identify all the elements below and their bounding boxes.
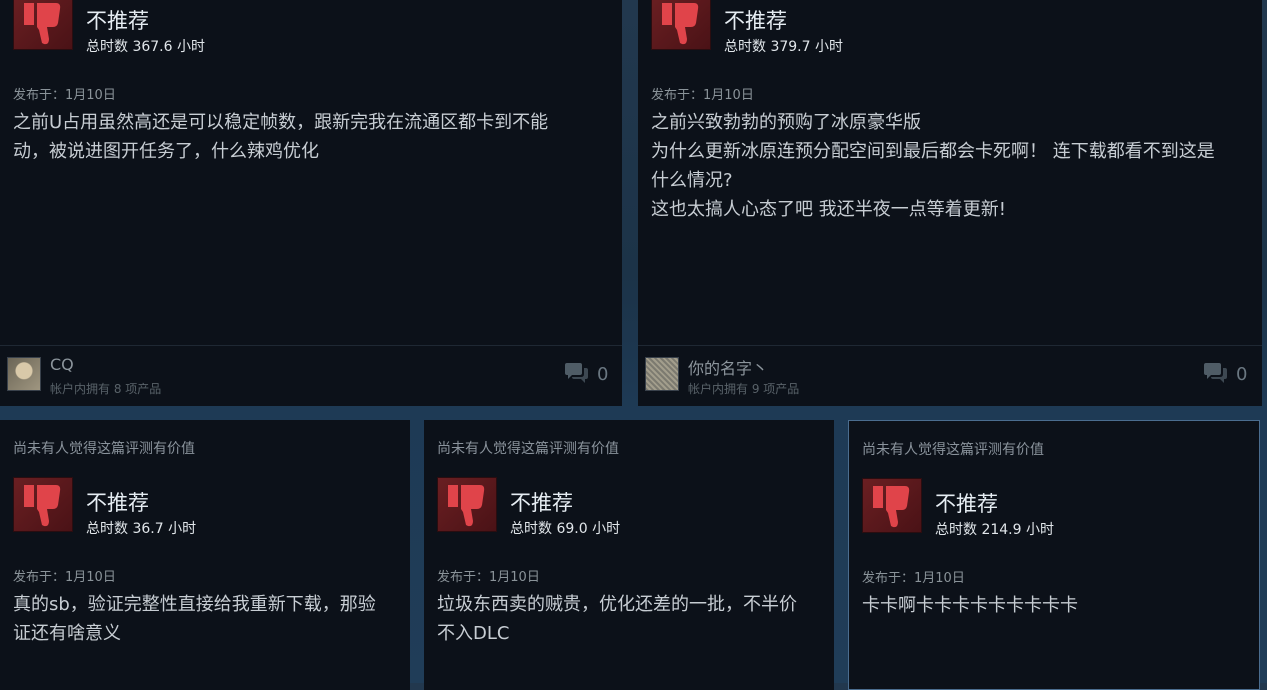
thumbs-down-badge[interactable]: [13, 0, 73, 50]
review-footer: 你的名字丶 帐户内拥有 9 项产品 0: [638, 345, 1262, 406]
recommendation-label: 不推荐: [510, 491, 573, 515]
posted-date: 发布于：1月10日: [651, 88, 754, 103]
products-owned: 帐户内拥有 8 项产品: [50, 382, 162, 396]
helpful-status: 尚未有人觉得这篇评测有价值: [862, 442, 1044, 458]
comment-count: 0: [597, 364, 609, 385]
products-owned: 帐户内拥有 9 项产品: [688, 382, 800, 396]
author-name[interactable]: CQ: [50, 355, 74, 374]
review-text-line: 动，被说进图开任务了，什么辣鸡优化: [13, 141, 319, 162]
thumbs-down-badge[interactable]: [13, 477, 73, 532]
review-card[interactable]: 不推荐 总时数 379.7 小时 发布于：1月10日 之前兴致勃勃的预购了冰原豪…: [638, 0, 1262, 406]
posted-date: 发布于：1月10日: [437, 570, 540, 585]
posted-date: 发布于：1月10日: [13, 570, 116, 585]
comment-icon[interactable]: [1202, 362, 1228, 386]
thumbs-down-icon: [662, 3, 699, 45]
avatar[interactable]: [645, 357, 679, 391]
review-text: 之前兴致勃勃的预购了冰原豪华版 为什么更新冰原连预分配空间到最后都会卡死啊！ 连…: [651, 108, 1215, 224]
posted-date: 发布于：1月10日: [862, 571, 965, 586]
posted-date: 发布于：1月10日: [13, 88, 116, 103]
playtime-hours: 总时数 367.6 小时: [86, 39, 205, 55]
playtime-hours: 总时数 379.7 小时: [724, 39, 843, 55]
review-text-line: 之前兴致勃勃的预购了冰原豪华版: [651, 112, 921, 133]
review-card[interactable]: 尚未有人觉得这篇评测有价值 不推荐 总时数 69.0 小时 发布于：1月10日 …: [424, 420, 834, 690]
review-text-line: 这也太搞人心态了吧 我还半夜一点等着更新!: [651, 199, 1006, 220]
thumbs-down-icon: [448, 485, 485, 527]
review-card[interactable]: 尚未有人觉得这篇评测有价值 不推荐 总时数 36.7 小时 发布于：1月10日 …: [0, 420, 410, 690]
review-text: 之前U占用虽然高还是可以稳定帧数，跟新完我在流通区都卡到不能 动，被说进图开任务…: [13, 108, 548, 166]
review-text-line: 证还有啥意义: [13, 623, 121, 644]
review-text-line: 垃圾东西卖的贼贵，优化还差的一批，不半价: [437, 594, 797, 615]
thumbs-down-icon: [24, 485, 61, 527]
review-text-line: 什么情况?: [651, 170, 733, 191]
review-text-line: 卡卡啊卡卡卡卡卡卡卡卡卡: [862, 595, 1078, 616]
recommendation-label: 不推荐: [86, 9, 149, 33]
review-card[interactable]: 不推荐 总时数 367.6 小时 发布于：1月10日 之前U占用虽然高还是可以稳…: [0, 0, 622, 406]
helpful-status: 尚未有人觉得这篇评测有价值: [13, 441, 195, 457]
thumbs-down-badge[interactable]: [651, 0, 711, 50]
review-text-line: 之前U占用虽然高还是可以稳定帧数，跟新完我在流通区都卡到不能: [13, 112, 549, 133]
review-footer: CQ 帐户内拥有 8 项产品 0: [0, 345, 622, 406]
review-card[interactable]: 尚未有人觉得这篇评测有价值 不推荐 总时数 214.9 小时 发布于：1月10日…: [848, 420, 1260, 690]
playtime-hours: 总时数 214.9 小时: [935, 522, 1054, 538]
avatar[interactable]: [7, 357, 41, 391]
review-text-line: 为什么更新冰原连预分配空间到最后都会卡死啊！ 连下载都看不到这是: [651, 141, 1215, 162]
review-text: 卡卡啊卡卡卡卡卡卡卡卡卡: [862, 591, 1078, 620]
comment-count: 0: [1236, 364, 1248, 385]
review-text-line: 不入DLC: [437, 623, 510, 644]
recommendation-label: 不推荐: [935, 492, 998, 516]
playtime-hours: 总时数 69.0 小时: [510, 521, 621, 537]
thumbs-down-badge[interactable]: [862, 478, 922, 533]
thumbs-down-icon: [24, 3, 61, 45]
playtime-hours: 总时数 36.7 小时: [86, 521, 197, 537]
helpful-status: 尚未有人觉得这篇评测有价值: [437, 441, 619, 457]
thumbs-down-icon: [873, 486, 910, 528]
comment-icon[interactable]: [563, 362, 589, 386]
recommendation-label: 不推荐: [724, 9, 787, 33]
author-name[interactable]: 你的名字丶: [688, 355, 768, 379]
review-text-line: 真的sb，验证完整性直接给我重新下载，那验: [13, 594, 376, 615]
review-text: 垃圾东西卖的贼贵，优化还差的一批，不半价 不入DLC: [437, 590, 797, 648]
recommendation-label: 不推荐: [86, 491, 149, 515]
thumbs-down-badge[interactable]: [437, 477, 497, 532]
review-text: 真的sb，验证完整性直接给我重新下载，那验 证还有啥意义: [13, 590, 376, 648]
